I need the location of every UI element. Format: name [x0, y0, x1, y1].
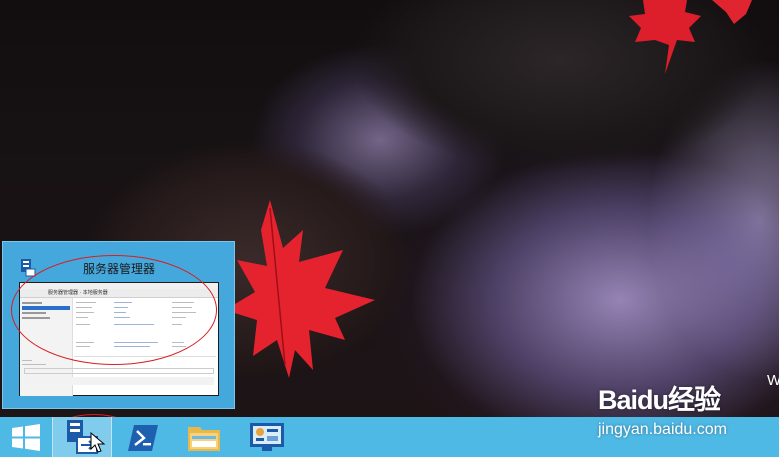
control-panel-icon	[250, 423, 284, 451]
baidu-jingyan-watermark: Baidu经验 jingyan.baidu.com	[598, 378, 778, 448]
watermark-url: jingyan.baidu.com	[598, 421, 727, 438]
start-button[interactable]	[0, 417, 60, 457]
taskbar-item-file-explorer[interactable]	[176, 417, 236, 457]
annotation-ellipse-thumbnail	[11, 255, 217, 365]
file-explorer-icon	[188, 427, 220, 451]
watermark-logo: Baidu经验	[598, 385, 721, 415]
taskbar-item-control-panel[interactable]	[238, 417, 298, 457]
taskbar-item-powershell[interactable]	[114, 417, 174, 457]
mouse-cursor-icon	[90, 432, 106, 453]
windows-start-icon	[12, 424, 40, 451]
powershell-icon	[128, 425, 158, 451]
